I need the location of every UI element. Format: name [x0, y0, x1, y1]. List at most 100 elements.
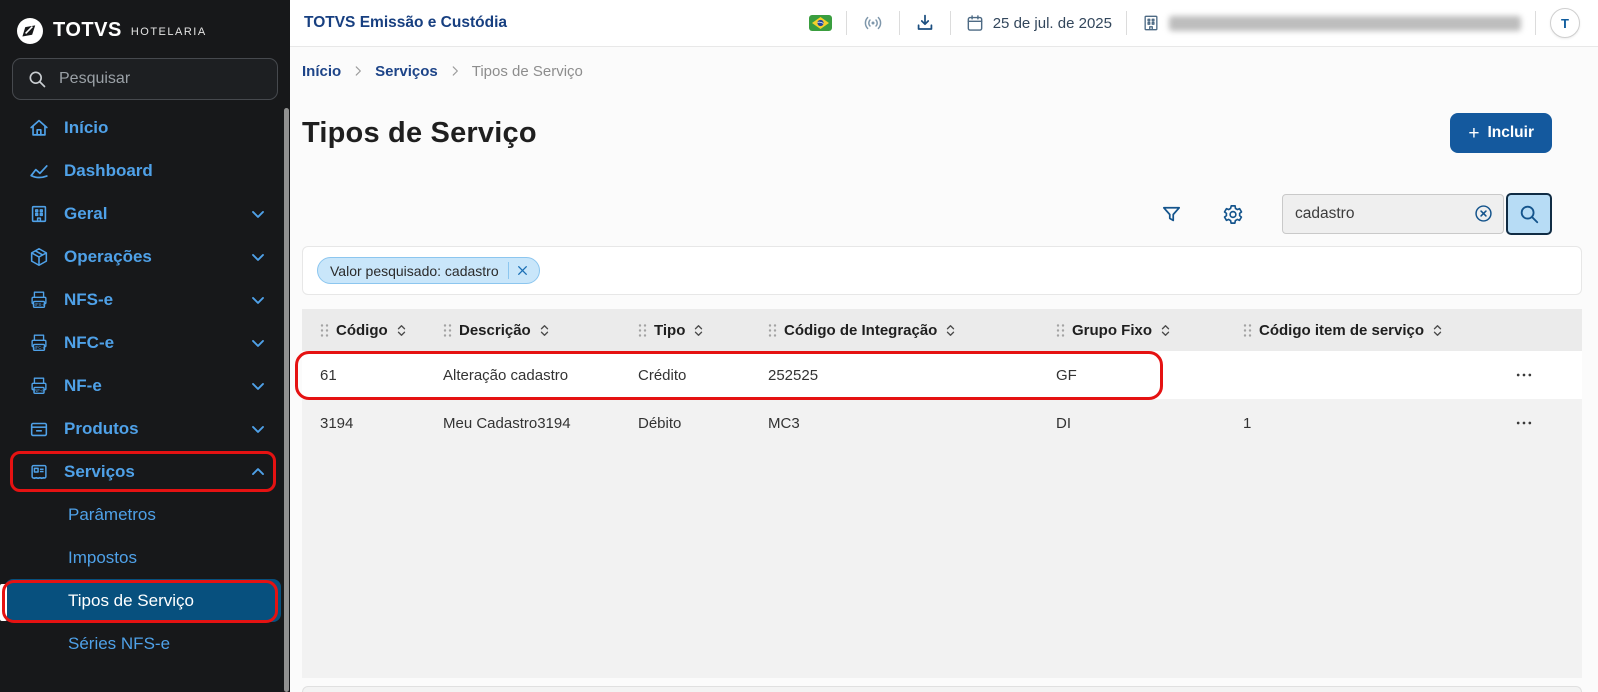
brazil-flag-icon	[809, 15, 832, 31]
breadcrumb-link-inicio[interactable]: Início	[302, 63, 341, 80]
svg-text:NF-e: NF-e	[34, 388, 44, 393]
drag-handle-icon[interactable]	[320, 323, 329, 338]
broadcast-icon	[861, 11, 885, 35]
company-selector-button[interactable]	[1141, 13, 1521, 33]
sidebar-subitem-tipos-de-servico[interactable]: Tipos de Serviço	[5, 579, 281, 622]
chevron-up-icon	[248, 462, 268, 482]
drag-handle-icon[interactable]	[638, 323, 647, 338]
column-label: Tipo	[654, 322, 685, 339]
chevron-right-icon	[448, 64, 462, 78]
column-header-codigo[interactable]: Código	[302, 322, 425, 339]
chevron-down-icon	[248, 247, 268, 267]
funnel-icon	[1160, 203, 1183, 226]
topbar-divider	[846, 11, 847, 35]
broadcast-button[interactable]	[861, 11, 885, 35]
search-submit-button[interactable]	[1506, 193, 1552, 235]
sidebar-search[interactable]	[12, 58, 278, 100]
sidebar-subitem-parametros[interactable]: Parâmetros	[0, 493, 290, 536]
home-icon	[28, 117, 50, 139]
sort-icon[interactable]	[395, 323, 408, 338]
sidebar-subitem-series-nfse[interactable]: Séries NFS-e	[0, 622, 290, 665]
sidebar-scrollbar-thumb[interactable]	[284, 108, 289, 692]
sidebar-item-geral[interactable]: Geral	[0, 192, 290, 235]
drag-handle-icon[interactable]	[443, 323, 452, 338]
table-search-input[interactable]	[1282, 194, 1504, 234]
remove-filter-button[interactable]	[509, 261, 537, 280]
sort-icon[interactable]	[1431, 323, 1444, 338]
column-label: Descrição	[459, 322, 531, 339]
sidebar-item-produtos[interactable]: Produtos	[0, 407, 290, 450]
chevron-down-icon	[248, 333, 268, 353]
cell-descricao: Alteração cadastro	[425, 367, 620, 384]
services-icon	[28, 461, 50, 483]
sidebar-item-label: NFS-e	[64, 290, 113, 310]
sidebar-item-nfe[interactable]: NF-e NF-e	[0, 364, 290, 407]
sidebar-search-input[interactable]	[59, 70, 266, 88]
totvs-logo: TOTVS HOTELARIA	[0, 0, 290, 48]
app-title-link[interactable]: TOTVS Emissão e Custódia	[304, 14, 507, 32]
sidebar-item-label: Operações	[64, 247, 152, 267]
sidebar-item-servicos[interactable]: Serviços	[0, 450, 290, 493]
sidebar-item-label: Início	[64, 118, 108, 138]
column-header-descricao[interactable]: Descrição	[425, 322, 620, 339]
sidebar-nav: Início Dashboard Geral	[0, 106, 290, 665]
sort-icon[interactable]	[692, 323, 705, 338]
box-icon	[28, 418, 50, 440]
sidebar-item-nfse[interactable]: NFS-e NFS-e	[0, 278, 290, 321]
settings-button[interactable]	[1217, 199, 1248, 230]
drag-handle-icon[interactable]	[1056, 323, 1065, 338]
column-header-codigo-item[interactable]: Código item de serviço	[1225, 322, 1492, 339]
sort-icon[interactable]	[538, 323, 551, 338]
sidebar-item-label: Geral	[64, 204, 107, 224]
plus-icon: +	[1468, 124, 1479, 143]
include-button-label: Incluir	[1487, 124, 1534, 142]
chevron-down-icon	[248, 376, 268, 396]
chevron-right-icon	[351, 64, 365, 78]
calendar-icon	[965, 13, 985, 33]
table-header-row: Código Descrição Tipo Código de Integraç…	[302, 309, 1582, 351]
row-actions-button[interactable]	[1510, 361, 1538, 389]
language-flag-button[interactable]	[809, 15, 832, 31]
circle-x-icon	[1473, 203, 1494, 224]
sidebar-item-operacoes[interactable]: Operações	[0, 235, 290, 278]
user-avatar[interactable]: T	[1550, 8, 1580, 38]
active-item-indicator	[0, 584, 7, 621]
chevron-down-icon	[248, 290, 268, 310]
table-row[interactable]: 61 Alteração cadastro Crédito 252525 GF	[302, 351, 1582, 399]
table-row[interactable]: 3194 Meu Cadastro3194 Débito MC3 DI 1	[302, 399, 1582, 447]
sidebar-subitem-label: Parâmetros	[68, 505, 156, 525]
breadcrumb-link-servicos[interactable]: Serviços	[375, 63, 438, 80]
cell-grupo-fixo: GF	[1038, 367, 1225, 384]
drag-handle-icon[interactable]	[1243, 323, 1252, 338]
sidebar-subitem-impostos[interactable]: Impostos	[0, 536, 290, 579]
cell-codigo-integracao: MC3	[750, 415, 1038, 432]
filter-chip-label: Valor pesquisado: cadastro	[330, 263, 508, 279]
sidebar-item-inicio[interactable]: Início	[0, 106, 290, 149]
filter-button[interactable]	[1156, 199, 1187, 230]
column-header-grupo-fixo[interactable]: Grupo Fixo	[1038, 322, 1225, 339]
sidebar-item-dashboard[interactable]: Dashboard	[0, 149, 290, 192]
column-header-tipo[interactable]: Tipo	[620, 322, 750, 339]
include-button[interactable]: + Incluir	[1450, 113, 1552, 153]
content-footer-area	[290, 678, 1598, 692]
column-header-codigo-integracao[interactable]: Código de Integração	[750, 322, 1038, 339]
drag-handle-icon[interactable]	[768, 323, 777, 338]
sort-icon[interactable]	[1159, 323, 1172, 338]
sidebar-subitem-label: Séries NFS-e	[68, 634, 170, 654]
cell-codigo: 3194	[302, 415, 425, 432]
services-table: Código Descrição Tipo Código de Integraç…	[302, 309, 1582, 678]
row-actions-button[interactable]	[1510, 409, 1538, 437]
svg-text:NFS-e: NFS-e	[33, 302, 46, 307]
close-icon	[516, 264, 529, 277]
date-picker-button[interactable]: 25 de jul. de 2025	[965, 13, 1112, 33]
footer-card-edge	[302, 686, 1582, 692]
clear-search-button[interactable]	[1473, 203, 1494, 224]
download-button[interactable]	[914, 12, 936, 34]
logo-product-text: HOTELARIA	[131, 26, 207, 38]
sidebar-item-nfce[interactable]: NFC-e NFC-e	[0, 321, 290, 364]
page-header: Tipos de Serviço + Incluir	[290, 112, 1598, 154]
search-icon	[27, 69, 47, 89]
sidebar: TOTVS HOTELARIA Início	[0, 0, 290, 692]
sort-icon[interactable]	[944, 323, 957, 338]
column-label: Grupo Fixo	[1072, 322, 1152, 339]
